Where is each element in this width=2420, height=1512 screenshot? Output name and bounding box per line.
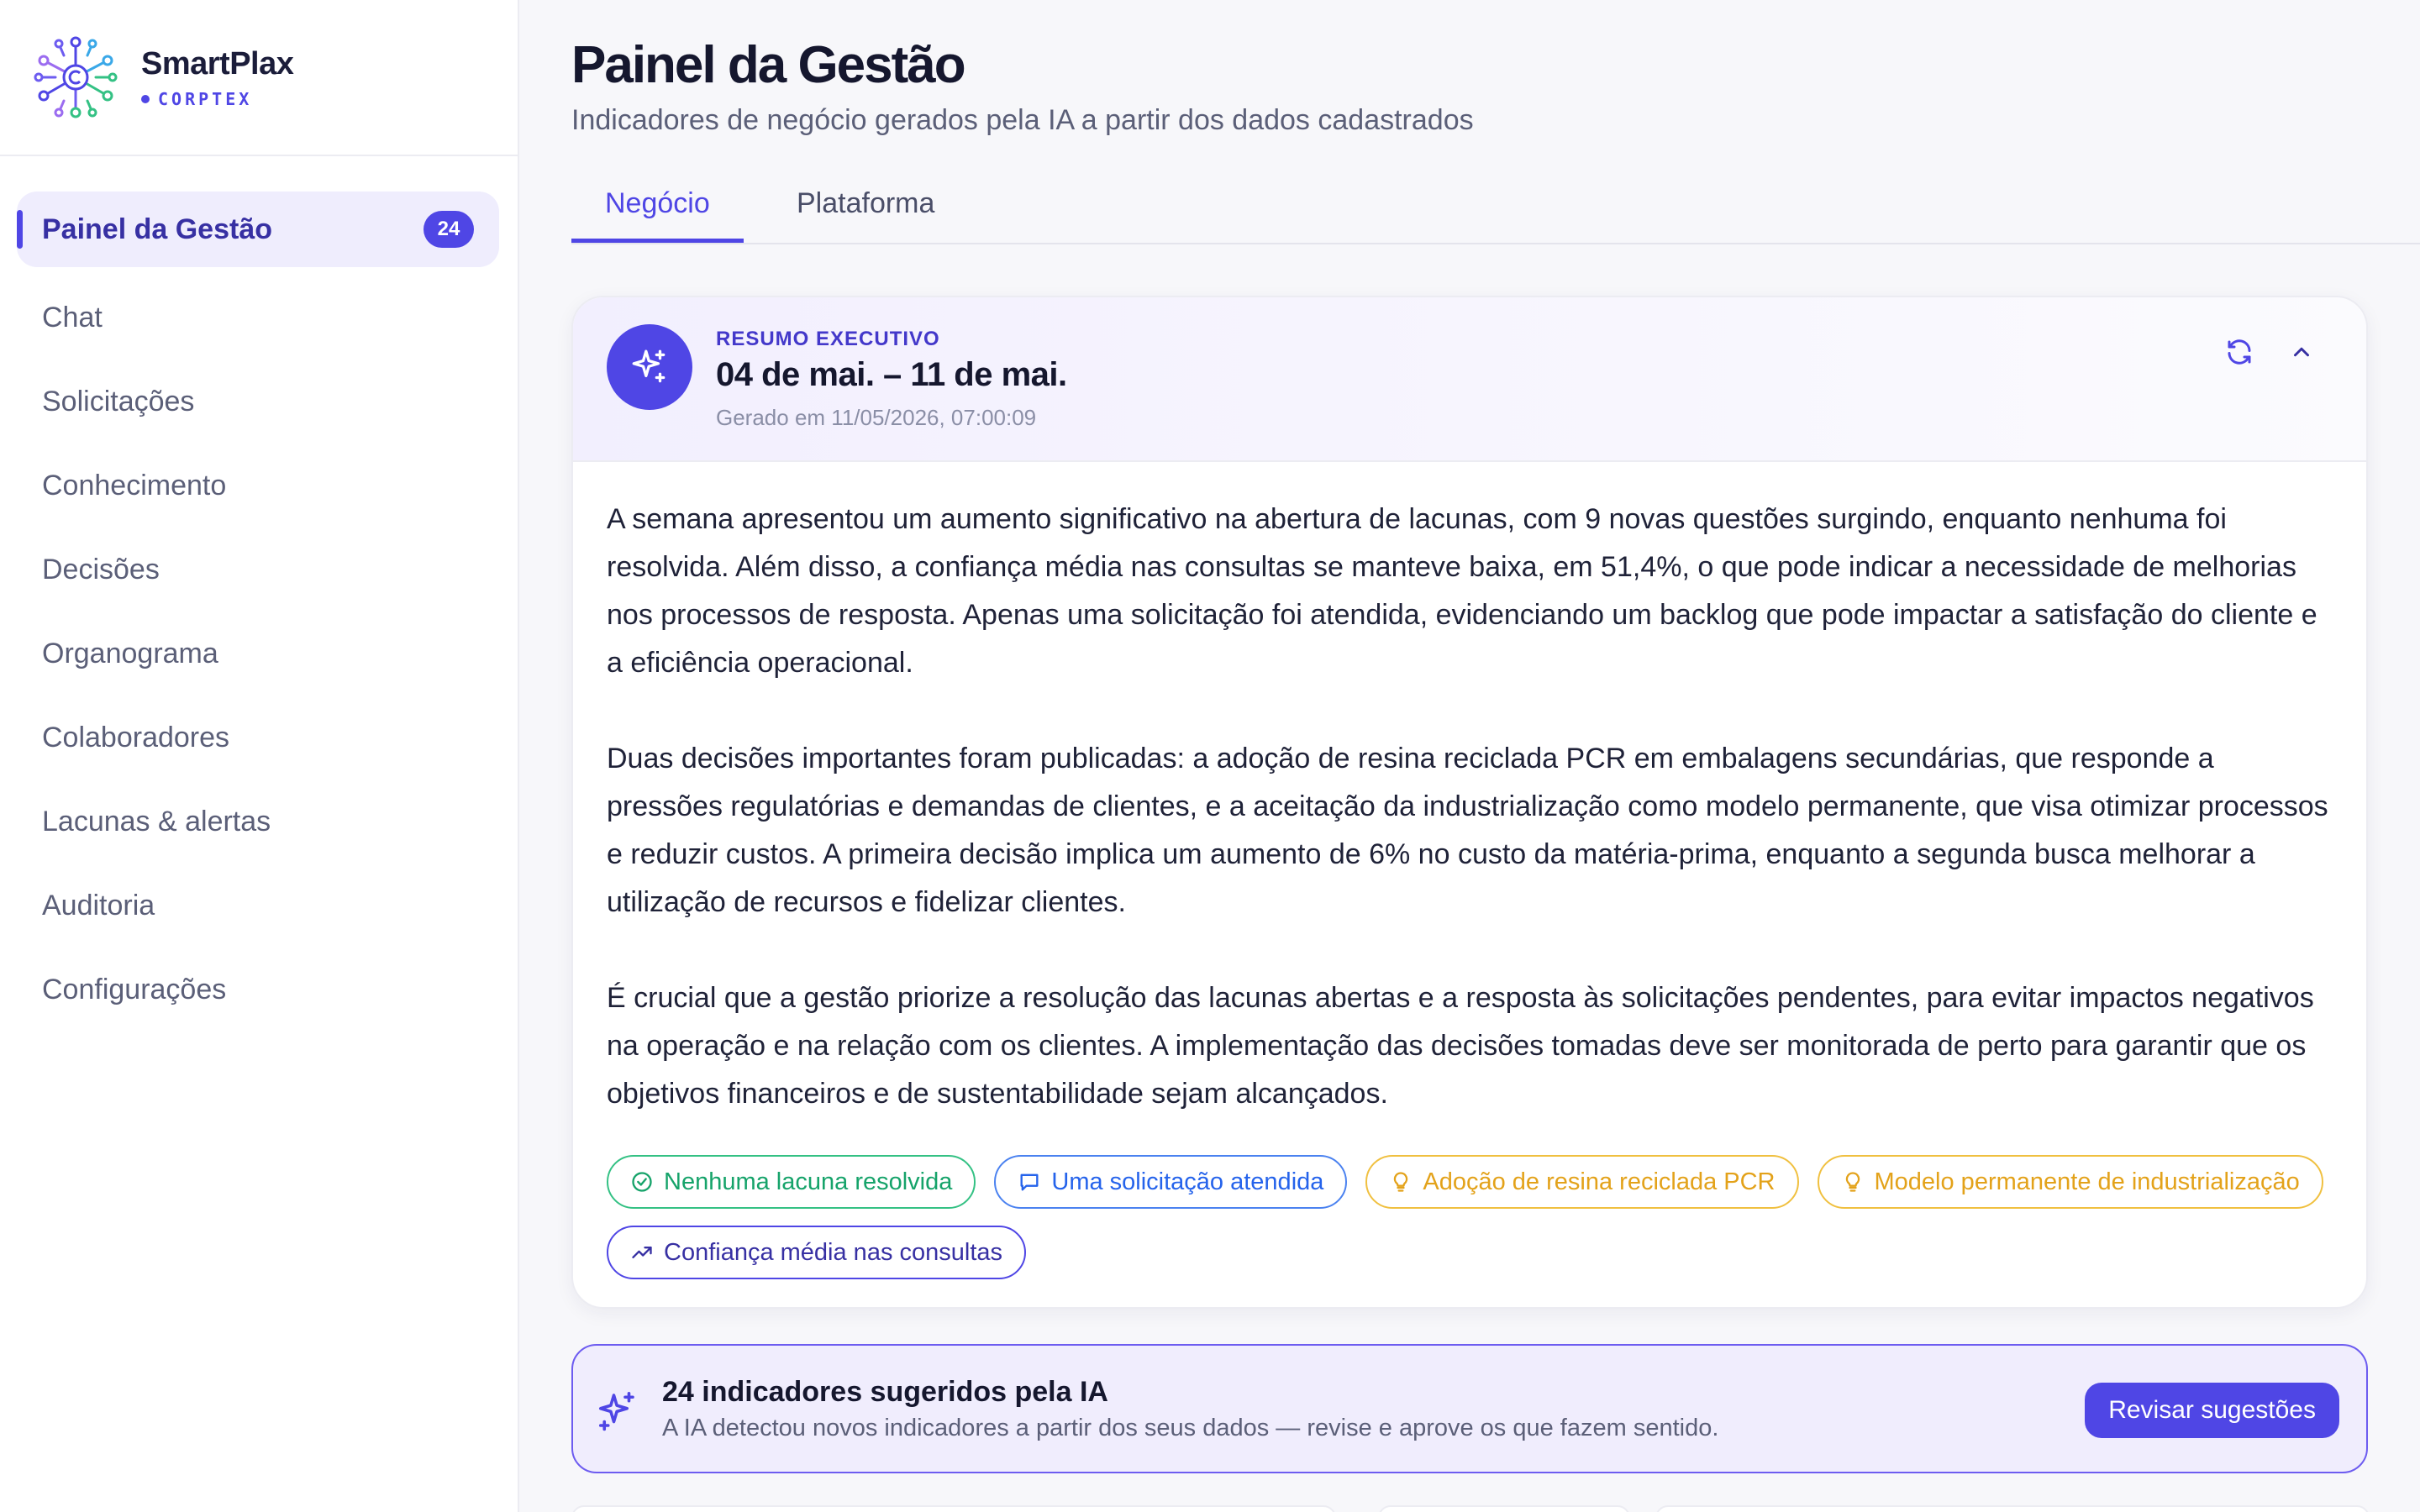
- sidebar-item-label: Lacunas & alertas: [42, 805, 271, 837]
- lightbulb-icon: [1845, 1172, 1860, 1192]
- trend-up-icon: [632, 1247, 652, 1258]
- chip-label: Confiança média nas consultas: [664, 1238, 1003, 1266]
- summary-paragraph: É crucial que a gestão priorize a resolu…: [607, 982, 2314, 1110]
- tab-plataforma[interactable]: Plataforma: [763, 187, 968, 243]
- sidebar-item-label: Painel da Gestão: [42, 213, 272, 245]
- sidebar-item-label: Auditoria: [42, 889, 155, 921]
- sidebar: SmartPlax CORPTEX Painel da Gestão 24 Ch…: [0, 0, 519, 1512]
- sidebar-item-label: Organograma: [42, 637, 218, 669]
- review-suggestions-button[interactable]: Revisar sugestões: [2085, 1383, 2339, 1438]
- main-content: Painel da Gestão Indicadores de negócio …: [521, 0, 2420, 1512]
- chip-modelo-permanente-industrializacao[interactable]: Modelo permanente de industrialização: [1817, 1155, 2323, 1209]
- chip-label: Uma solicitação atendida: [1051, 1168, 1324, 1195]
- chip-nenhuma-lacuna-resolvida[interactable]: Nenhuma lacuna resolvida: [607, 1155, 976, 1209]
- brand-dot-icon: [141, 94, 150, 103]
- page-subtitle: Indicadores de negócio gerados pela IA a…: [571, 104, 1474, 136]
- brand-subtitle: CORPTEX: [158, 88, 253, 109]
- page-title: Painel da Gestão: [571, 36, 966, 94]
- refresh-icon: [2228, 339, 2251, 365]
- sidebar-item-label: Configurações: [42, 973, 227, 1005]
- sidebar-item-label: Conhecimento: [42, 469, 227, 501]
- chip-adocao-resina-pcr[interactable]: Adoção de resina reciclada PCR: [1365, 1155, 1799, 1209]
- sidebar-item-label: Solicitações: [42, 385, 195, 417]
- ai-sparkle-icon: [607, 324, 692, 410]
- tab-negocio[interactable]: Negócio: [571, 187, 744, 243]
- sidebar-item-label: Colaboradores: [42, 721, 230, 753]
- chip-uma-solicitacao-atendida[interactable]: Uma solicitação atendida: [994, 1155, 1348, 1209]
- smartplax-logo-icon: [34, 36, 118, 118]
- brand[interactable]: SmartPlax CORPTEX: [0, 0, 518, 156]
- sidebar-item-organograma[interactable]: Organograma: [0, 612, 518, 696]
- sidebar-item-lacunas-alertas[interactable]: Lacunas & alertas: [0, 780, 518, 864]
- summary-header: RESUMO EXECUTIVO 04 de mai. – 11 de mai.…: [573, 297, 2366, 462]
- suggestions-subtitle: A IA detectou novos indicadores a partir…: [662, 1415, 1719, 1441]
- indicator-card-peek: [571, 1505, 1336, 1512]
- summary-paragraph: Duas decisões importantes foram publicad…: [607, 743, 2328, 918]
- chip-label: Modelo permanente de industrialização: [1874, 1168, 2300, 1195]
- sidebar-item-chat[interactable]: Chat: [0, 276, 518, 360]
- sidebar-item-configuracoes[interactable]: Configurações: [0, 948, 518, 1032]
- indicator-card-peek: [1655, 1505, 2370, 1512]
- chip-label: Adoção de resina reciclada PCR: [1423, 1168, 1776, 1195]
- sidebar-item-conhecimento[interactable]: Conhecimento: [0, 444, 518, 528]
- sidebar-item-colaboradores[interactable]: Colaboradores: [0, 696, 518, 780]
- sidebar-nav: Painel da Gestão 24 Chat Solicitações Co…: [0, 156, 518, 1032]
- tab-bar: Negócio Plataforma: [571, 172, 2420, 244]
- sparkle-icon: [598, 1391, 634, 1431]
- chevron-up-icon: [2294, 347, 2309, 357]
- suggestions-title: 24 indicadores sugeridos pela IA: [662, 1376, 1108, 1408]
- executive-summary-card: RESUMO EXECUTIVO 04 de mai. – 11 de mai.…: [571, 296, 2368, 1309]
- sidebar-item-label: Chat: [42, 301, 103, 333]
- collapse-button[interactable]: [2279, 329, 2324, 375]
- notification-badge: 24: [424, 211, 474, 248]
- check-circle-icon: [632, 1172, 652, 1192]
- sidebar-item-painel-da-gestao[interactable]: Painel da Gestão 24: [17, 192, 499, 267]
- refresh-button[interactable]: [2217, 329, 2262, 375]
- message-icon: [1020, 1173, 1039, 1191]
- summary-period: 04 de mai. – 11 de mai.: [716, 356, 1067, 393]
- sidebar-item-solicitacoes[interactable]: Solicitações: [0, 360, 518, 444]
- chip-label: Nenhuma lacuna resolvida: [664, 1168, 953, 1195]
- summary-body: A semana apresentou um aumento significa…: [573, 462, 2366, 1279]
- lightbulb-icon: [1394, 1172, 1408, 1192]
- summary-label: RESUMO EXECUTIVO: [716, 328, 940, 350]
- ai-suggestions-banner: 24 indicadores sugeridos pela IA A IA de…: [571, 1344, 2368, 1473]
- summary-generated-at: Gerado em 11/05/2026, 07:00:09: [716, 405, 1037, 430]
- summary-paragraph: A semana apresentou um aumento significa…: [607, 503, 2317, 679]
- highlight-chips: Nenhuma lacuna resolvida Uma solicitação…: [607, 1155, 2333, 1279]
- sidebar-item-decisoes[interactable]: Decisões: [0, 528, 518, 612]
- indicator-card-peek: [1378, 1505, 1630, 1512]
- sidebar-item-label: Decisões: [42, 553, 160, 585]
- chip-confianca-media[interactable]: Confiança média nas consultas: [607, 1226, 1027, 1279]
- brand-name: SmartPlax: [141, 45, 294, 81]
- sidebar-item-auditoria[interactable]: Auditoria: [0, 864, 518, 948]
